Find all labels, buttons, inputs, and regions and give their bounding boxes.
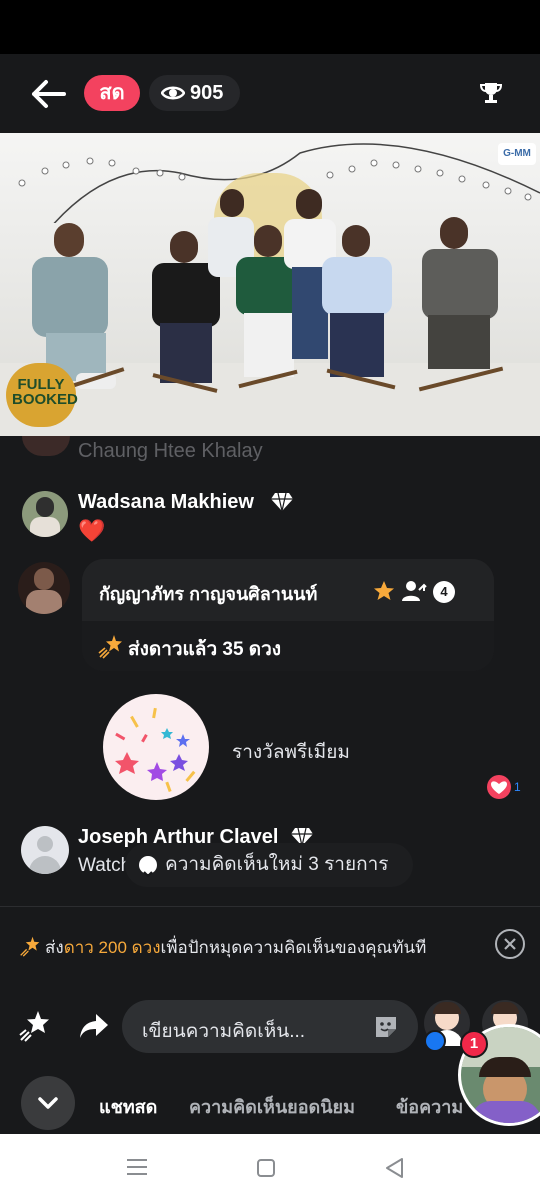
pin-banner-suffix: เพื่อปักหมุดความคิดเห็นของคุณทันที (160, 938, 427, 957)
chevron-down-icon (139, 856, 157, 878)
back-icon[interactable] (384, 1157, 404, 1179)
comment-text: ❤️ (78, 518, 106, 543)
back-arrow-icon[interactable] (28, 76, 68, 112)
comment-input-placeholder: เขียนความคิดเห็น... (142, 1021, 306, 1042)
supporter-level-badge: 4 (433, 581, 455, 603)
comment-author: Chaung Htee Khalay (78, 440, 263, 462)
pin-banner-text: ส่งดาว 200 ดวงเพื่อปักหมุดความคิดเห็นของ… (45, 934, 426, 961)
avatar[interactable] (22, 491, 68, 537)
supporter-level: 4 (440, 584, 448, 599)
new-comments-button[interactable]: ความคิดเห็นใหม่ 3 รายการ (125, 843, 413, 887)
new-comments-label: ความคิดเห็นใหม่ 3 รายการ (165, 854, 389, 875)
default-avatar[interactable] (21, 826, 69, 874)
tab-top-comments[interactable]: ความคิดเห็นยอดนิยม (189, 1092, 355, 1121)
shooting-star-icon (98, 635, 122, 659)
comment-author[interactable]: กัญญาภัทร กาญจนศิลานนท์ (99, 579, 317, 608)
viewer-count: 905 (190, 82, 224, 104)
top-fan-diamond-icon (271, 492, 293, 512)
comment-author[interactable]: Wadsana Makhiew (78, 491, 254, 514)
share-icon[interactable] (78, 1012, 110, 1040)
top-bar: สด 905 (0, 54, 540, 134)
follower-icon (402, 581, 427, 601)
trophy-icon[interactable] (478, 80, 504, 106)
comment-input[interactable]: เขียนความคิดเห็น... (122, 1000, 418, 1053)
system-nav-bar (0, 1134, 540, 1200)
avatar[interactable] (18, 562, 70, 614)
tab-live-chat[interactable]: แชทสด (99, 1092, 157, 1121)
stars-card-header: กัญญาภัทร กาญจนศิลานนท์ 4 (82, 559, 494, 621)
home-icon[interactable] (256, 1158, 276, 1178)
live-badge: สด (84, 75, 140, 111)
sticker-icon[interactable] (372, 1013, 400, 1041)
viewer-count-badge: 905 (149, 75, 240, 111)
stars-comment-card[interactable]: กัญญาภัทร กาญจนศิลานนท์ 4 ส่งดาวแล้ว 35 … (82, 559, 494, 671)
reaction-count: 1 (514, 780, 521, 794)
premium-reward-label: รางวัลพรีเมียม (232, 742, 350, 763)
live-video[interactable]: G-MM FULLY BOOKED (0, 133, 540, 436)
collapse-button[interactable] (21, 1076, 75, 1130)
chevron-down-icon (38, 1097, 58, 1109)
pin-comment-banner: ส่งดาว 200 ดวงเพื่อปักหมุดความคิดเห็นของ… (0, 906, 540, 987)
send-stars-icon[interactable] (18, 1008, 52, 1042)
heart-reaction-icon[interactable] (487, 775, 511, 799)
notification-badge: 1 (460, 1030, 488, 1058)
pin-banner-prefix: ส่ง (45, 938, 64, 957)
composer-row: เขียนความคิดเห็น... (0, 986, 540, 1066)
eye-icon (161, 86, 185, 100)
stars-sent-text: ส่งดาวแล้ว 35 ดวง (128, 639, 282, 660)
star-icon (374, 581, 394, 600)
premium-reward-sticker[interactable] (103, 694, 209, 800)
status-bar (0, 0, 540, 54)
comment-text: Watch (78, 855, 132, 876)
show-logo: FULLY BOOKED (6, 363, 78, 427)
recent-apps-icon[interactable] (126, 1158, 148, 1176)
sparkle-stars-icon (115, 707, 196, 793)
network-logo: G-MM (498, 143, 536, 165)
stars-card-body: ส่งดาวแล้ว 35 ดวง (82, 621, 494, 671)
like-badge-icon (424, 1030, 446, 1052)
faded-avatar (22, 436, 70, 456)
tab-messages[interactable]: ข้อความ (396, 1092, 463, 1121)
pin-banner-highlight: ดาว 200 ดวง (63, 938, 161, 957)
star-icon (20, 936, 40, 957)
close-icon[interactable] (495, 929, 525, 959)
